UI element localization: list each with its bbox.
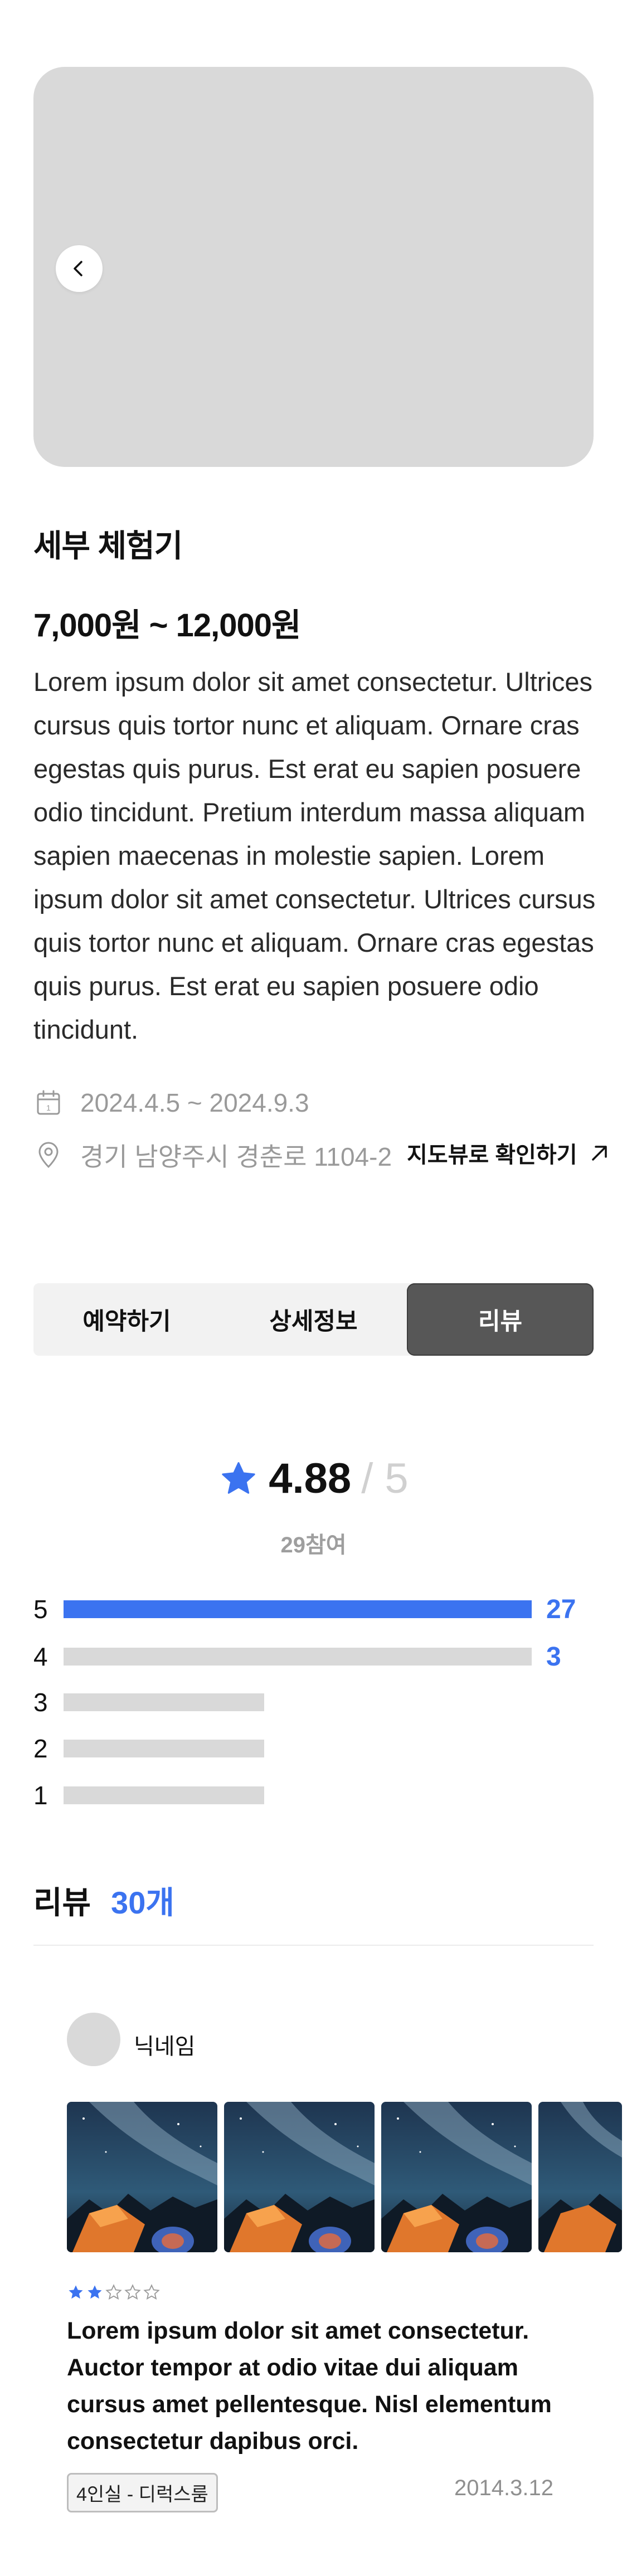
chevron-left-icon [74, 261, 82, 276]
rating-bar-count: 3 [546, 1642, 561, 1672]
rating-bar-1: 1 [33, 1779, 264, 1812]
map-view-label: 지도뷰로 확인하기 [407, 1143, 577, 1167]
rating-bar-count: 27 [546, 1594, 576, 1624]
location-pin-icon [33, 1140, 64, 1170]
tab-details[interactable]: 상세정보 [220, 1283, 407, 1356]
rating-bar-track [64, 1648, 532, 1666]
rating-summary: 4.88 / 5 [0, 1454, 627, 1503]
review-photo-strip[interactable] [67, 2102, 622, 2252]
address-text: 경기 남양주시 경춘로 1104-2 [80, 1142, 392, 1171]
rating-bar-label: 3 [33, 1688, 48, 1717]
star-icon [222, 1462, 255, 1494]
review-text: Lorem ipsum dolor sit amet consectetur. … [67, 2317, 552, 2455]
reviews-count: 30개 [111, 1885, 174, 1920]
rating-bar-track [64, 1740, 264, 1757]
reviews-header: 리뷰 30개 [33, 1878, 174, 1923]
address-row: 경기 남양주시 경춘로 1104-2 [33, 1137, 392, 1173]
review-photo[interactable] [538, 2102, 622, 2252]
rating-bar-5: 5 27 [33, 1593, 576, 1626]
avatar [67, 2013, 120, 2066]
star-empty-icon [105, 2284, 122, 2300]
rating-participants: 29참여 [280, 1533, 347, 1557]
rating-score: 4.88 [269, 1455, 352, 1502]
rating-bar-2: 2 [33, 1732, 264, 1765]
rating-bar-track [64, 1693, 264, 1711]
star-empty-icon [143, 2284, 160, 2300]
arrow-up-right-icon [591, 1146, 607, 1161]
star-empty-icon [124, 2284, 141, 2300]
room-type-badge: 4인실 - 디럭스룸 [67, 2473, 218, 2512]
map-view-link[interactable]: 지도뷰로 확인하기 [407, 1137, 612, 1169]
section-divider [33, 1945, 594, 1946]
hero-prev-button[interactable] [56, 245, 103, 292]
review-date: 2014.3.12 [454, 2476, 553, 2500]
review-star-rating [67, 2283, 161, 2301]
review-photo[interactable] [67, 2102, 217, 2252]
product-description: Lorem ipsum dolor sit amet consectetur. … [33, 667, 596, 1044]
rating-out-of: / 5 [361, 1455, 409, 1502]
review-photo[interactable] [381, 2102, 532, 2252]
rating-bar-label: 1 [33, 1781, 48, 1810]
rating-bar-track [64, 1600, 532, 1618]
rating-bar-fill [64, 1600, 532, 1618]
detail-tabs: 예약하기 상세정보 리뷰 [33, 1283, 594, 1356]
rating-bar-track [64, 1786, 264, 1804]
date-row: 1 2024.4.5 ~ 2024.9.3 [33, 1088, 309, 1118]
tab-reservation[interactable]: 예약하기 [33, 1283, 220, 1356]
reviews-title: 리뷰 [33, 1885, 91, 1920]
product-detail-page: 세부 체험기 7,000원 ~ 12,000원 Lorem ipsum dolo… [0, 0, 627, 2576]
rating-bar-label: 2 [33, 1734, 48, 1763]
product-title: 세부 체험기 [33, 528, 183, 563]
rating-bar-4: 4 3 [33, 1640, 561, 1673]
date-range: 2024.4.5 ~ 2024.9.3 [80, 1088, 309, 1117]
reviewer-nickname: 닉네임 [134, 2034, 196, 2059]
product-price: 7,000원 ~ 12,000원 [33, 607, 301, 644]
rating-bar-label: 5 [33, 1595, 48, 1624]
tab-reviews[interactable]: 리뷰 [407, 1283, 594, 1356]
star-filled-icon [88, 2285, 102, 2299]
star-filled-icon [69, 2285, 83, 2299]
rating-bar-label: 4 [33, 1642, 48, 1671]
review-photo[interactable] [224, 2102, 375, 2252]
calendar-icon: 1 [33, 1088, 64, 1118]
svg-text:1: 1 [46, 1103, 51, 1112]
hero-image [33, 67, 594, 467]
rating-bar-3: 3 [33, 1686, 264, 1719]
